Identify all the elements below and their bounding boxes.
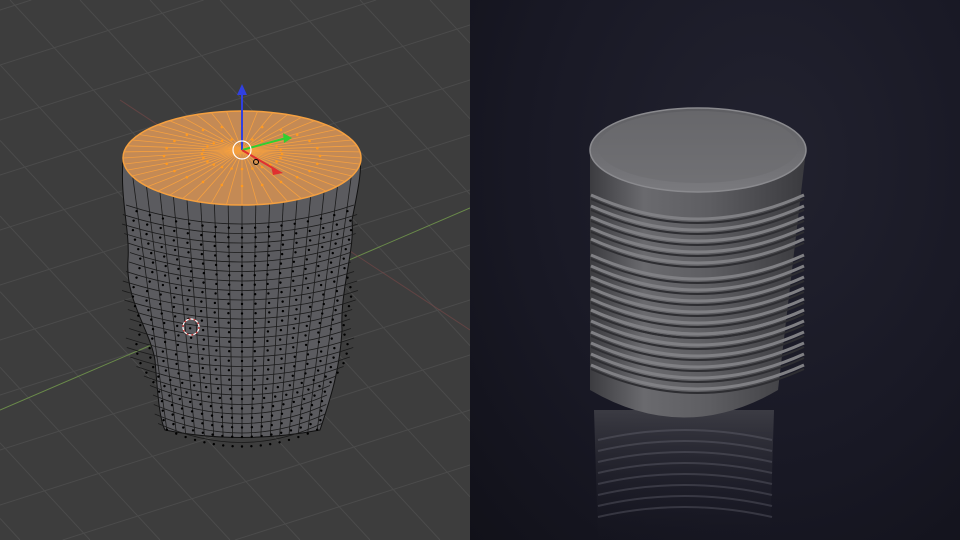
z-arrow-icon[interactable] — [237, 84, 247, 95]
viewport-canvas[interactable] — [0, 0, 470, 540]
render-canvas — [589, 107, 807, 540]
3d-viewport-edit-mode[interactable] — [0, 0, 470, 540]
ribbed-barrel — [589, 107, 807, 418]
barrel-reflection — [594, 410, 774, 540]
app-window — [0, 0, 960, 540]
rendered-view — [470, 0, 960, 540]
